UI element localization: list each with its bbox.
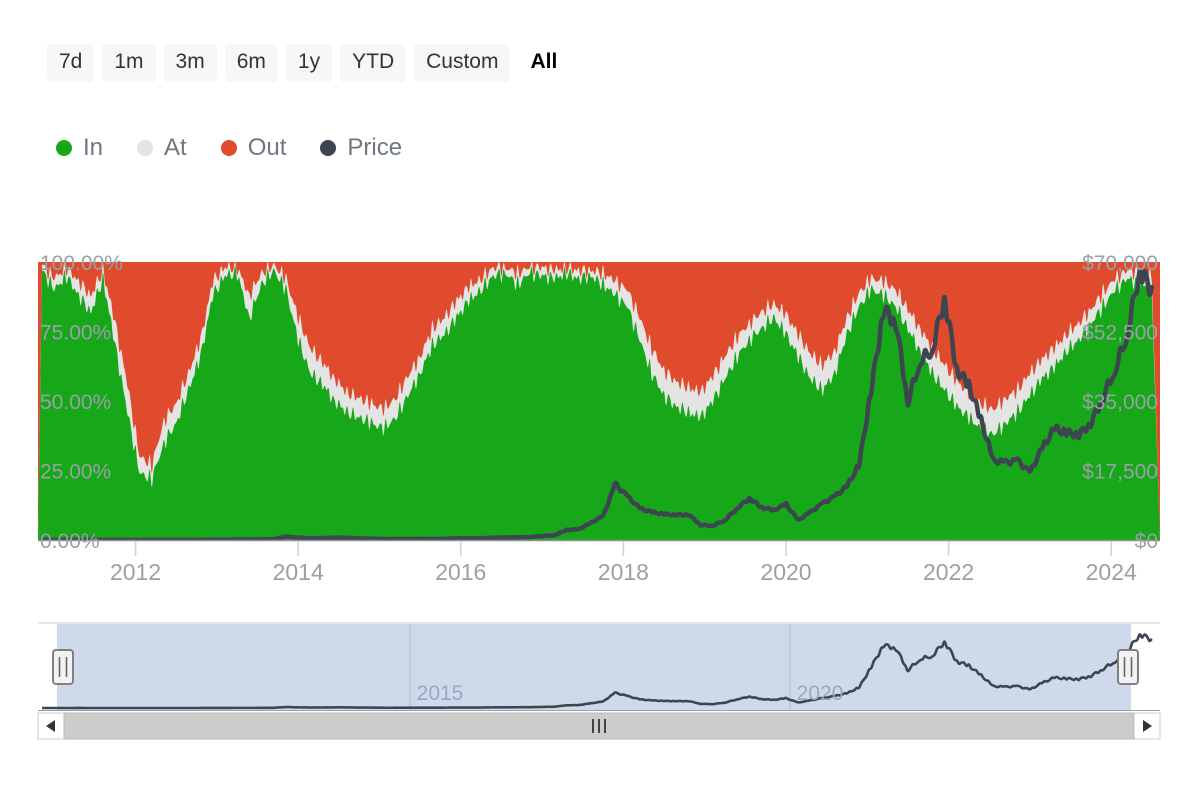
plot-area[interactable] xyxy=(38,262,1160,540)
navigator-tick-label: 2015 xyxy=(417,682,464,705)
x-axis-ticks xyxy=(134,541,1113,556)
navigator-top-border xyxy=(38,622,1160,624)
y-axis-left-tick-label: 25.00% xyxy=(40,461,111,484)
y-axis-left-tick-label: 0.00% xyxy=(40,530,100,553)
x-axis-tick-labels: 2012 2014 2016 2018 2020 2022 2024 xyxy=(110,559,1137,585)
scrollbar-right-arrow-button[interactable] xyxy=(1133,712,1161,740)
navigator-handle-right[interactable] xyxy=(1117,649,1139,685)
stock-chart: 2012 2014 2016 2018 2020 2022 2024 0.00% 25.00%… xyxy=(0,0,1200,800)
scrollbar-left-arrow-button[interactable] xyxy=(37,712,65,740)
x-axis-tick-label: 2012 xyxy=(110,559,161,585)
y-axis-right-tick-label: $0 xyxy=(1135,530,1158,553)
y-axis-right-tick-label: $17,500 xyxy=(1082,461,1158,484)
y-axis-left-tick-label: 50.00% xyxy=(40,391,111,414)
y-axis-left-tick-label: 75.00% xyxy=(40,322,111,345)
y-axis-right-tick-label: $52,500 xyxy=(1082,322,1158,345)
navigator[interactable]: 2015 2020 xyxy=(38,622,1160,711)
y-axis-right-tick-label: $70,000 xyxy=(1082,252,1158,275)
x-axis-tick-label: 2022 xyxy=(923,559,974,585)
x-axis-tick-label: 2018 xyxy=(598,559,649,585)
x-axis-tick-label: 2020 xyxy=(760,559,811,585)
navigator-scrollbar[interactable] xyxy=(37,712,1161,740)
x-axis-tick-label: 2016 xyxy=(435,559,486,585)
y-axis-right-tick-label: $35,000 xyxy=(1082,391,1158,414)
y-axis-left-tick-label: 100.00% xyxy=(40,252,123,275)
x-axis-tick-label: 2024 xyxy=(1086,559,1137,585)
navigator-tick-label: 2020 xyxy=(797,682,844,705)
x-axis-tick-label: 2014 xyxy=(273,559,324,585)
navigator-handle-left[interactable] xyxy=(52,649,74,685)
